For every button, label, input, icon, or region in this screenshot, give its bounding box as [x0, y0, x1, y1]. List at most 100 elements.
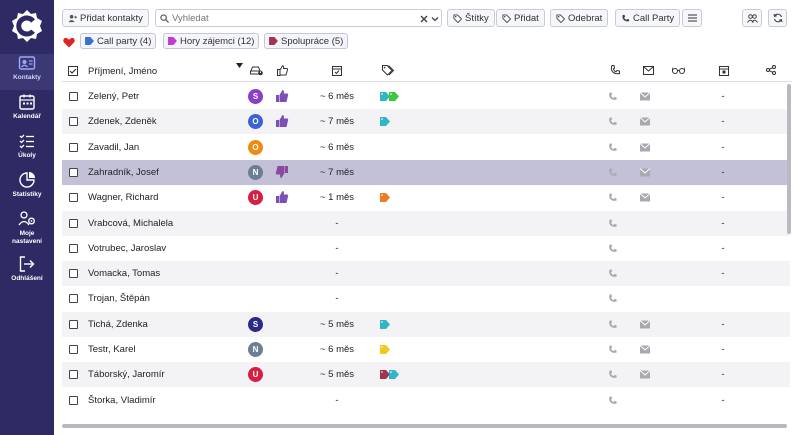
phone-icon[interactable] [608, 396, 617, 405]
refresh-button[interactable] [768, 9, 787, 27]
share-icon[interactable] [766, 65, 776, 75]
contact-name[interactable]: Zavadil, Jan [88, 142, 139, 153]
mail-icon[interactable] [640, 370, 650, 379]
contact-name[interactable]: Štorka, Vladimír [88, 395, 156, 406]
table-row[interactable]: Votrubec, Jaroslav - - [62, 236, 790, 261]
table-row[interactable]: Vrabcová, Michalela - - [62, 210, 790, 236]
add-button[interactable]: Přidat [496, 9, 545, 27]
phone-icon[interactable] [608, 117, 617, 126]
nav-ukoly[interactable]: Úkoly [0, 132, 54, 168]
nav-kontakty[interactable]: Kontakty [0, 54, 54, 90]
users-button[interactable] [742, 9, 762, 27]
phone-icon[interactable] [608, 320, 617, 329]
calendar-plus-icon[interactable] [719, 65, 729, 76]
contact-name[interactable]: Testr, Karel [88, 344, 136, 355]
contact-name[interactable]: Vrabcová, Michalela [88, 218, 173, 229]
mail-icon[interactable] [643, 66, 654, 75]
horizontal-scrollbar[interactable] [62, 424, 787, 428]
nav-kalendar[interactable]: Kalendář [0, 93, 54, 129]
mail-icon[interactable] [640, 193, 650, 202]
phone-icon[interactable] [610, 65, 620, 75]
add-contacts-button[interactable]: Přidat kontakty [62, 9, 149, 27]
phone-icon[interactable] [608, 244, 617, 253]
table-row[interactable]: Testr, Karel N ~ 6 měs - [62, 337, 790, 362]
table-row[interactable]: Tichá, Zdenka S ~ 5 měs - [62, 311, 790, 337]
table-row[interactable]: Trojan, Štěpán - [62, 286, 790, 311]
table-row[interactable]: Wagner, Richard U ~ 1 měs - [62, 185, 790, 210]
row-tags[interactable] [380, 92, 399, 102]
phone-icon[interactable] [608, 193, 617, 202]
contact-name[interactable]: Tichá, Zdenka [88, 319, 148, 330]
contact-name[interactable]: Zdenek, Zdeněk [88, 116, 157, 127]
row-checkbox[interactable] [69, 142, 78, 152]
phone-icon[interactable] [608, 143, 617, 152]
table-row[interactable]: Zahradník, Josef N ~ 7 měs - [62, 159, 790, 185]
phone-icon[interactable] [608, 218, 617, 228]
row-tags[interactable] [380, 345, 390, 355]
phone-icon[interactable] [608, 345, 617, 354]
row-checkbox[interactable] [69, 370, 78, 380]
chevron-down-icon[interactable] [431, 15, 439, 23]
table-row[interactable]: Zdenek, Zdeněk O ~ 7 měs - [62, 109, 790, 135]
row-checkbox[interactable] [69, 345, 78, 354]
remove-button[interactable]: Odebrat [550, 9, 609, 27]
phone-icon[interactable] [608, 370, 617, 379]
mail-icon[interactable] [640, 92, 650, 101]
app-logo[interactable] [9, 8, 45, 44]
filter-chip-hory-zajemci[interactable]: Hory zájemci (12) [163, 33, 260, 49]
row-tags[interactable] [380, 370, 399, 380]
mail-icon[interactable] [640, 345, 650, 354]
contact-name[interactable]: Trojan, Štěpán [88, 293, 150, 304]
row-tags[interactable] [380, 193, 390, 203]
contact-name[interactable]: Votrubec, Jaroslav [88, 243, 166, 254]
row-checkbox[interactable] [69, 395, 78, 405]
filter-chip-call-party[interactable]: Call party (4) [80, 33, 157, 49]
contact-name[interactable]: Zelený, Petr [88, 91, 139, 102]
search-box[interactable] [155, 9, 442, 27]
mail-icon[interactable] [640, 117, 650, 126]
select-all-checkbox[interactable] [68, 66, 78, 76]
nav-odhlaseni[interactable]: Odhlášení [0, 255, 54, 291]
tags-icon[interactable] [382, 65, 394, 76]
clear-search-icon[interactable] [420, 15, 428, 23]
row-tags[interactable] [380, 117, 390, 127]
row-checkbox[interactable] [69, 117, 78, 127]
mail-icon[interactable] [640, 319, 650, 329]
thumbs-up-icon[interactable] [277, 65, 288, 76]
row-checkbox[interactable] [69, 193, 78, 203]
row-checkbox[interactable] [69, 243, 78, 253]
contact-name[interactable]: Táborský, Jaromír [88, 369, 165, 380]
sort-down-icon[interactable] [236, 63, 243, 68]
calendar-check-icon[interactable] [332, 65, 342, 76]
header-name[interactable]: Příjmení, Jméno [88, 66, 157, 77]
table-row[interactable]: Zelený, Petr S ~ 6 měs - [62, 84, 790, 109]
row-checkbox[interactable] [69, 167, 78, 177]
contact-name[interactable]: Zahradník, Josef [88, 167, 159, 178]
phone-icon[interactable] [608, 269, 617, 278]
table-row[interactable]: Vomacka, Tomas - - [62, 261, 790, 287]
glasses-icon[interactable] [672, 67, 685, 74]
vertical-scrollbar[interactable] [787, 84, 791, 234]
contact-name[interactable]: Wagner, Richard [88, 192, 158, 203]
mail-icon[interactable] [640, 142, 650, 152]
filter-chip-spoluprace[interactable]: Spolupráce (5) [264, 33, 349, 49]
row-checkbox[interactable] [69, 294, 78, 304]
row-checkbox[interactable] [69, 319, 78, 329]
phone-icon[interactable] [608, 294, 617, 303]
contact-name[interactable]: Vomacka, Tomas [88, 268, 160, 279]
row-checkbox[interactable] [69, 92, 78, 101]
nav-statistiky[interactable]: Statistiky [0, 171, 54, 207]
mail-icon[interactable] [640, 168, 650, 177]
table-row[interactable]: Zavadil, Jan O ~ 6 měs - [62, 135, 790, 160]
menu-button[interactable] [682, 9, 702, 27]
nav-nastaveni[interactable]: Moje nastavení [0, 210, 54, 252]
row-checkbox[interactable] [69, 218, 78, 228]
phone-icon[interactable] [608, 92, 617, 101]
phone-icon[interactable] [608, 168, 617, 177]
heart-icon[interactable] [63, 37, 75, 48]
call-party-button[interactable]: Call Party [615, 9, 681, 27]
row-tags[interactable] [380, 319, 390, 330]
table-row[interactable]: Táborský, Jaromír U ~ 5 měs - [62, 362, 790, 388]
row-checkbox[interactable] [69, 269, 78, 279]
table-row[interactable]: Štorka, Vladimír - - [62, 388, 790, 413]
